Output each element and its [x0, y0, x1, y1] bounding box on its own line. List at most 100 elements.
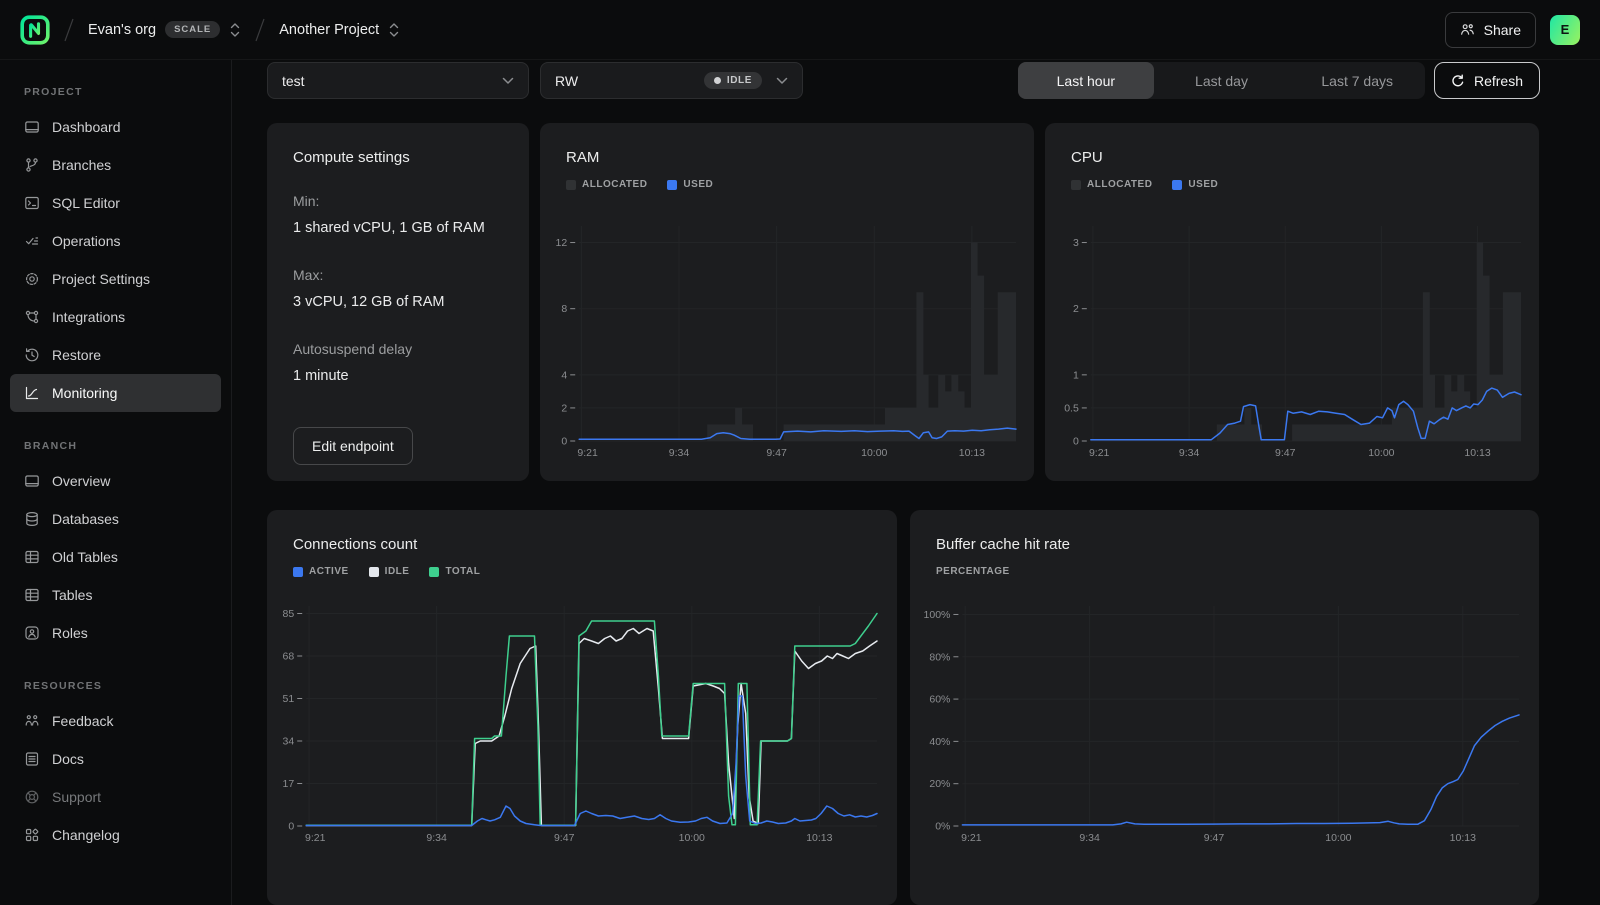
chevron-down-icon [502, 77, 514, 85]
sidebar-item-project-settings[interactable]: Project Settings [10, 260, 221, 298]
breadcrumb-separator [62, 17, 76, 43]
svg-text:2: 2 [1073, 303, 1079, 315]
legend-swatch-icon [1071, 180, 1081, 190]
branches-icon [24, 157, 40, 173]
sidebar-item-tables[interactable]: Tables [10, 576, 221, 614]
refresh-icon [1451, 74, 1465, 88]
edit-endpoint-button[interactable]: Edit endpoint [293, 427, 413, 465]
tab-last-day[interactable]: Last day [1154, 62, 1290, 99]
top-bar: Evan's org SCALE Another Project Share [0, 0, 1600, 60]
chart-title: Connections count [293, 536, 417, 553]
connections-chart-legend: ACTIVEIDLETOTAL [293, 566, 480, 577]
org-switcher[interactable]: Evan's org SCALE [88, 21, 241, 39]
svg-text:100%: 100% [924, 609, 951, 621]
database-icon [24, 511, 40, 527]
legend-swatch-icon [429, 567, 439, 577]
sidebar-item-support[interactable]: Support [10, 778, 221, 816]
svg-text:34: 34 [283, 736, 295, 748]
svg-text:80%: 80% [929, 651, 950, 663]
user-avatar[interactable]: E [1550, 15, 1580, 45]
svg-text:0%: 0% [935, 821, 950, 833]
sidebar-item-label: Project Settings [52, 271, 150, 287]
sidebar-item-label: Restore [52, 347, 101, 363]
section-label: PROJECT [24, 86, 231, 98]
feedback-icon [24, 713, 40, 729]
legend-swatch-icon [667, 180, 677, 190]
svg-text:0: 0 [561, 436, 567, 448]
svg-text:10:13: 10:13 [959, 447, 985, 459]
legend-item-percentage: PERCENTAGE [936, 566, 1010, 577]
sidebar-item-label: Monitoring [52, 385, 117, 401]
sidebar: PROJECT Dashboard Branches SQL Editor Operat… [0, 60, 232, 905]
neon-logo-icon[interactable] [20, 15, 50, 45]
sidebar-item-roles[interactable]: Roles [10, 614, 221, 652]
buffer-cache-chart-card: Buffer cache hit rate PERCENTAGE 100%80%… [910, 510, 1539, 905]
legend-label: ALLOCATED [582, 179, 647, 190]
project-name: Another Project [279, 22, 379, 38]
max-value: 3 vCPU, 12 GB of RAM [293, 294, 445, 310]
sidebar-item-docs[interactable]: Docs [10, 740, 221, 778]
svg-text:9:47: 9:47 [1275, 447, 1296, 459]
legend-swatch-icon [566, 180, 576, 190]
tab-last-7-days[interactable]: Last 7 days [1289, 62, 1425, 99]
min-value: 1 shared vCPU, 1 GB of RAM [293, 220, 485, 236]
svg-text:68: 68 [283, 651, 295, 663]
sidebar-item-label: Branches [52, 157, 111, 173]
sidebar-item-operations[interactable]: Operations [10, 222, 221, 260]
legend-label: TOTAL [445, 566, 480, 577]
cpu-chart-legend: ALLOCATEDUSED [1071, 179, 1218, 190]
refresh-button[interactable]: Refresh [1434, 62, 1540, 99]
sidebar-item-dashboard[interactable]: Dashboard [10, 108, 221, 146]
svg-text:12: 12 [556, 237, 568, 249]
table-icon [24, 587, 40, 603]
sidebar-item-sql-editor[interactable]: SQL Editor [10, 184, 221, 222]
chart-title: RAM [566, 149, 599, 166]
legend-label: USED [1188, 179, 1218, 190]
autosuspend-value: 1 minute [293, 368, 349, 384]
svg-text:9:21: 9:21 [961, 832, 982, 844]
sidebar-item-label: Roles [52, 625, 88, 641]
table-icon [24, 549, 40, 565]
svg-text:10:13: 10:13 [1450, 832, 1476, 844]
branch-select[interactable]: test [267, 62, 529, 99]
main-content: test RW IDLE Last hourLast dayLast 7 day… [232, 60, 1600, 905]
share-button[interactable]: Share [1445, 12, 1536, 48]
up-down-chevron-icon [388, 21, 400, 39]
sidebar-item-databases[interactable]: Databases [10, 500, 221, 538]
svg-text:0: 0 [288, 821, 294, 833]
integrations-icon [24, 309, 40, 325]
sidebar-item-label: Dashboard [52, 119, 121, 135]
sidebar-item-integrations[interactable]: Integrations [10, 298, 221, 336]
svg-text:3: 3 [1073, 237, 1079, 249]
svg-text:9:47: 9:47 [1204, 832, 1225, 844]
ram-chart-plot: 1284209:219:349:4710:0010:13 [550, 218, 1020, 463]
up-down-chevron-icon [229, 21, 241, 39]
sidebar-section-resources: RESOURCESFeedbackDocsSupportChangelog [0, 652, 231, 854]
refresh-label: Refresh [1474, 73, 1523, 89]
sidebar-item-label: Old Tables [52, 549, 118, 565]
svg-text:9:34: 9:34 [1179, 447, 1200, 459]
sidebar-item-restore[interactable]: Restore [10, 336, 221, 374]
tab-last-hour[interactable]: Last hour [1018, 62, 1154, 99]
svg-text:20%: 20% [929, 778, 950, 790]
svg-text:40%: 40% [929, 736, 950, 748]
monitoring-icon [24, 385, 40, 401]
sidebar-item-branches[interactable]: Branches [10, 146, 221, 184]
support-icon [24, 789, 40, 805]
section-label: BRANCH [24, 440, 231, 452]
sidebar-item-feedback[interactable]: Feedback [10, 702, 221, 740]
org-name: Evan's org [88, 22, 156, 38]
sidebar-item-changelog[interactable]: Changelog [10, 816, 221, 854]
sidebar-item-monitoring[interactable]: Monitoring [10, 374, 221, 412]
roles-icon [24, 625, 40, 641]
sidebar-item-old-tables[interactable]: Old Tables [10, 538, 221, 576]
min-label: Min: [293, 193, 319, 209]
compute-select[interactable]: RW IDLE [540, 62, 803, 99]
sidebar-item-label: SQL Editor [52, 195, 120, 211]
legend-label: USED [683, 179, 713, 190]
sidebar-item-label: Changelog [52, 827, 120, 843]
project-switcher[interactable]: Another Project [279, 21, 400, 39]
autosuspend-label: Autosuspend delay [293, 341, 412, 357]
svg-text:9:21: 9:21 [577, 447, 598, 459]
sidebar-item-overview[interactable]: Overview [10, 462, 221, 500]
